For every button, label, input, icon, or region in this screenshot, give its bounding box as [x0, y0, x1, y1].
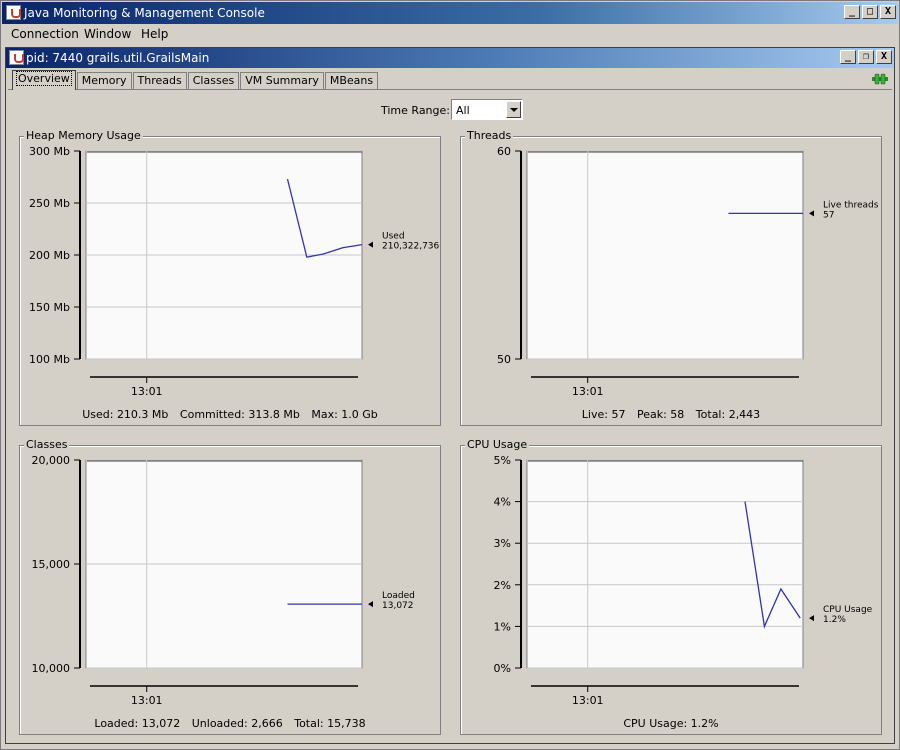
classes-panel: Classes 10,000 15,000 20,000 13:01 Loaded 13,…	[19, 438, 441, 735]
y-tick-label: 1%	[494, 620, 511, 633]
window-titlebar[interactable]: Java Monitoring & Management Console _ □…	[2, 2, 898, 24]
heap-committed-stat: Committed: 313.8 Mb	[179, 408, 300, 421]
x-tick-label: 13:01	[572, 694, 604, 707]
menu-connection[interactable]: Connection	[11, 27, 79, 41]
y-tick-label: 50	[497, 353, 511, 366]
close-button[interactable]: X	[880, 5, 896, 19]
internal-frame-titlebar[interactable]: pid: 7440 grails.util.GrailsMain _ ❐ X	[6, 48, 894, 68]
cpu-stats: CPU Usage: 1.2%	[461, 717, 881, 730]
plot-area	[526, 459, 804, 669]
tab-overview[interactable]: Overview	[12, 70, 76, 90]
connection-status-icon	[872, 73, 888, 85]
frame-restore-button[interactable]: ❐	[858, 50, 874, 64]
series-value-label: 13,072	[382, 601, 414, 611]
y-tick-label: 3%	[494, 537, 511, 550]
threads-panel: Threads 50 60 13:01 Live threads 57 Live: 57…	[460, 129, 882, 426]
y-tick-label: 5%	[494, 454, 511, 467]
cpu-chart: 0% 1% 2% 3% 4% 5% 13:01 CPU Usage1.2%	[494, 454, 873, 707]
plot-area	[526, 150, 804, 360]
tab-memory[interactable]: Memory	[76, 72, 132, 90]
y-tick-label: 200 Mb	[29, 249, 70, 262]
series-marker-arrow	[809, 615, 814, 622]
tab-threads[interactable]: Threads	[132, 72, 187, 90]
heap-stats: Used: 210.3 Mb Committed: 313.8 Mb Max: …	[20, 408, 440, 421]
tab-overview-label: Overview	[16, 71, 72, 86]
cpu-usage-stat: CPU Usage: 1.2%	[623, 717, 719, 730]
overview-content: Time Range: All Heap Memory Usage 100 Mb…	[8, 89, 892, 741]
y-tick-label: 20,000	[32, 454, 71, 467]
series-marker-arrow	[809, 210, 814, 217]
chevron-down-icon[interactable]	[506, 101, 521, 118]
tab-vm-summary[interactable]: VM Summary	[240, 72, 324, 90]
threads-total-stat: Total: 2,443	[695, 408, 761, 421]
time-range-select[interactable]: All	[451, 99, 523, 120]
series-name-label: Live threads	[823, 200, 879, 210]
minimize-button[interactable]: _	[844, 5, 860, 19]
window-title: Java Monitoring & Management Console	[24, 6, 265, 20]
classes-loaded-stat: Loaded: 13,072	[94, 717, 181, 730]
series-name-label: Used	[382, 232, 405, 242]
classes-unloaded-stat: Unloaded: 2,666	[191, 717, 283, 730]
threads-chart: 50 60 13:01 Live threads57	[497, 145, 879, 398]
series-value-label: 210,322,736	[382, 242, 440, 252]
tab-bar: Overview Memory Threads Classes VM Summa…	[12, 70, 379, 90]
time-range-label: Time Range:	[381, 104, 450, 117]
y-tick-label: 10,000	[32, 662, 71, 675]
tab-classes[interactable]: Classes	[187, 72, 240, 90]
y-tick-label: 100 Mb	[29, 353, 70, 366]
time-range-value: All	[456, 104, 470, 117]
series-name-label: CPU Usage	[823, 605, 873, 615]
heap-memory-panel: Heap Memory Usage 100 Mb 150 Mb 200 Mb 250 …	[19, 129, 441, 426]
y-tick-label: 60	[497, 145, 511, 158]
menu-window[interactable]: Window	[84, 27, 131, 41]
java-cup-icon	[6, 5, 21, 20]
y-tick-label: 0%	[494, 662, 511, 675]
series-marker-arrow	[368, 601, 373, 608]
classes-total-stat: Total: 15,738	[294, 717, 366, 730]
internal-frame-title: pid: 7440 grails.util.GrailsMain	[26, 51, 210, 65]
y-tick-label: 15,000	[32, 558, 71, 571]
threads-live-stat: Live: 57	[581, 408, 626, 421]
y-tick-label: 300 Mb	[29, 145, 70, 158]
heap-max-stat: Max: 1.0 Gb	[311, 408, 378, 421]
connection-internal-frame: pid: 7440 grails.util.GrailsMain _ ❐ X O…	[5, 47, 895, 744]
java-cup-icon	[9, 50, 24, 65]
y-tick-label: 2%	[494, 579, 511, 592]
frame-close-button[interactable]: X	[876, 50, 892, 64]
menu-bar: Connection Window Help	[2, 25, 898, 45]
series-value-label: 1.2%	[823, 615, 846, 625]
y-tick-label: 150 Mb	[29, 301, 70, 314]
heap-chart: 100 Mb 150 Mb 200 Mb 250 Mb 300 Mb 13:01 Used2…	[29, 145, 440, 398]
classes-stats: Loaded: 13,072 Unloaded: 2,666 Total: 15…	[20, 717, 440, 730]
heap-used-stat: Used: 210.3 Mb	[82, 408, 169, 421]
threads-peak-stat: Peak: 58	[636, 408, 685, 421]
maximize-button[interactable]: □	[862, 5, 878, 19]
tab-mbeans[interactable]: MBeans	[324, 72, 379, 90]
cpu-usage-panel: CPU Usage 0% 1% 2% 3% 4% 5% 13:01 CPU Usage 1.2%…	[460, 438, 882, 735]
series-name-label: Loaded	[382, 591, 415, 601]
series-value-label: 57	[823, 210, 834, 220]
x-tick-label: 13:01	[572, 385, 604, 398]
main-window: Java Monitoring & Management Console _ □…	[0, 0, 900, 750]
x-tick-label: 13:01	[131, 694, 163, 707]
series-marker-arrow	[368, 241, 373, 248]
threads-stats: Live: 57 Peak: 58 Total: 2,443	[461, 408, 881, 421]
frame-minimize-button[interactable]: _	[840, 50, 856, 64]
y-tick-label: 4%	[494, 496, 511, 509]
classes-chart: 10,000 15,000 20,000 13:01 Loaded13,072	[32, 454, 415, 707]
menu-help[interactable]: Help	[141, 27, 168, 41]
y-tick-label: 250 Mb	[29, 197, 70, 210]
x-tick-label: 13:01	[131, 385, 163, 398]
